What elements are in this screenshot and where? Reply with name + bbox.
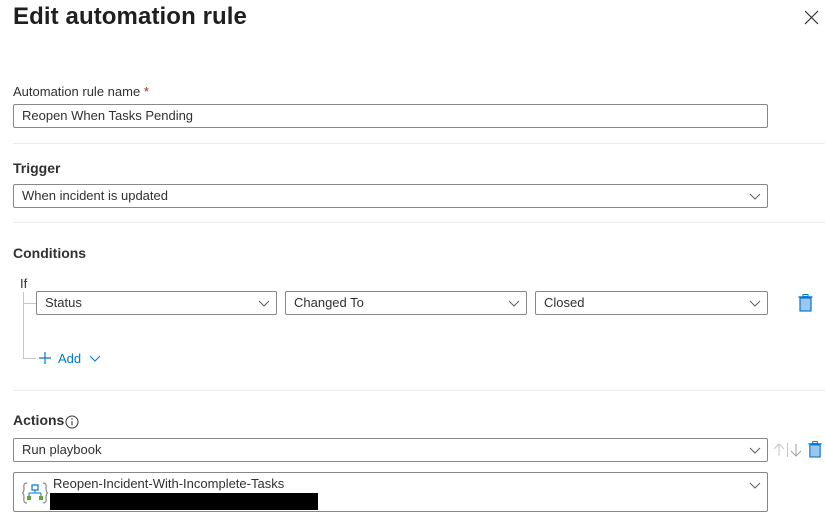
delete-condition-icon[interactable] <box>798 294 813 312</box>
move-up-icon[interactable] <box>773 443 785 457</box>
redacted-text <box>50 493 318 510</box>
trigger-heading: Trigger <box>13 160 61 176</box>
condition-property-dropdown[interactable]: Status <box>36 291 277 315</box>
delete-action-icon[interactable] <box>808 441 822 458</box>
actions-heading: Actions <box>13 412 65 428</box>
if-label: If <box>20 276 28 291</box>
playbook-dropdown[interactable]: Reopen-Incident-With-Incomplete-Tasks <box>13 472 768 512</box>
rule-name-input[interactable]: Reopen When Tasks Pending <box>13 104 768 128</box>
condition-operator-dropdown[interactable]: Changed To <box>285 291 527 315</box>
trigger-value: When incident is updated <box>22 188 168 203</box>
logic-app-icon <box>22 482 48 504</box>
chevron-down-icon <box>749 482 761 489</box>
tree-connector <box>23 303 36 304</box>
chevron-down-icon <box>258 300 270 307</box>
move-down-icon[interactable] <box>790 443 802 457</box>
chevron-down-icon <box>508 300 520 307</box>
divider <box>13 222 825 223</box>
required-marker: * <box>143 84 149 99</box>
panel-title: Edit automation rule <box>13 3 248 30</box>
separator <box>787 443 788 457</box>
divider <box>13 143 825 144</box>
close-icon[interactable] <box>803 9 820 26</box>
add-condition-button[interactable]: Add <box>39 348 101 368</box>
info-icon[interactable] <box>65 415 79 429</box>
chevron-down-icon <box>749 193 761 200</box>
tree-connector <box>23 292 24 358</box>
conditions-heading: Conditions <box>13 245 87 261</box>
divider <box>13 390 825 391</box>
action-type-dropdown[interactable]: Run playbook <box>13 438 768 462</box>
playbook-name: Reopen-Incident-With-Incomplete-Tasks <box>53 476 285 491</box>
chevron-down-icon <box>89 355 101 362</box>
trigger-dropdown[interactable]: When incident is updated <box>13 184 768 208</box>
rule-name-label: Automation rule name * <box>13 84 149 99</box>
condition-value-dropdown[interactable]: Closed <box>535 291 768 315</box>
chevron-down-icon <box>749 300 761 307</box>
tree-connector <box>23 358 36 359</box>
plus-icon <box>39 352 51 364</box>
chevron-down-icon <box>749 447 761 454</box>
